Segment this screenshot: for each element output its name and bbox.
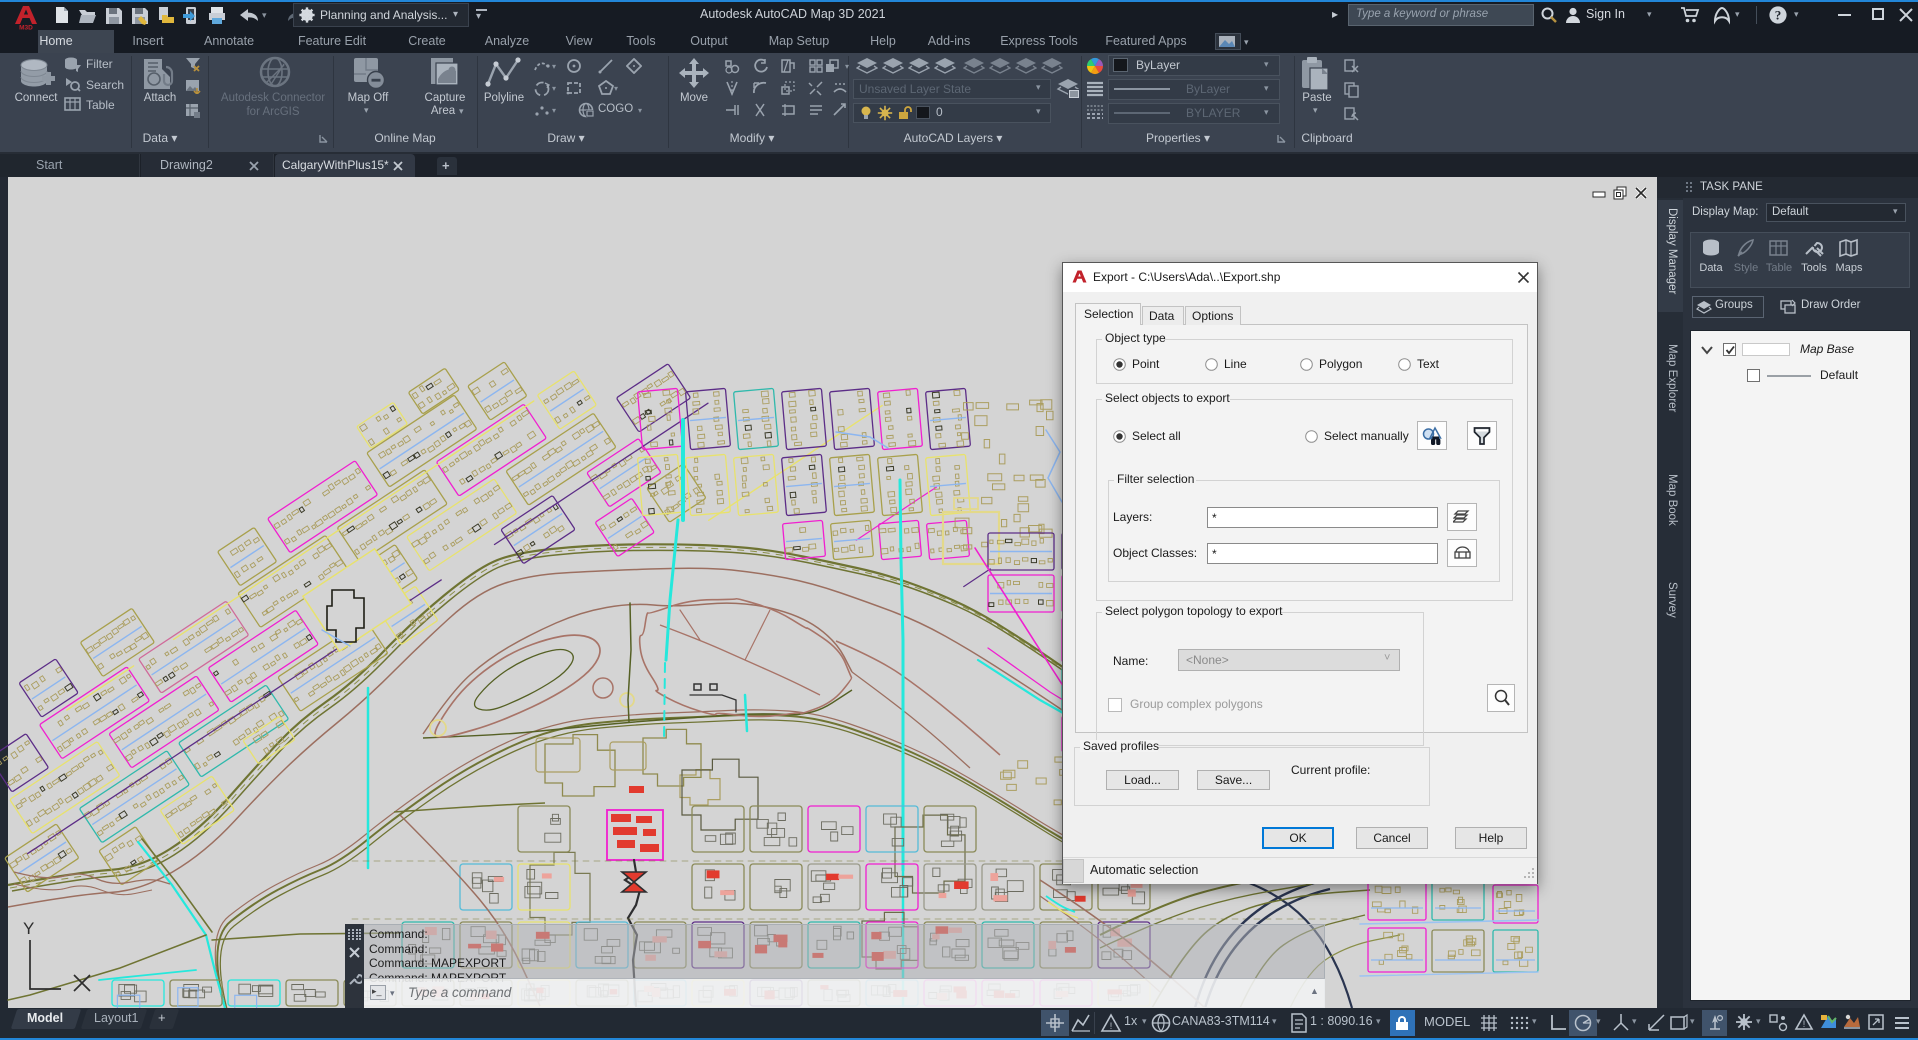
- svg-text:!: !: [1803, 1019, 1806, 1029]
- svg-text:!: !: [1110, 1021, 1113, 1031]
- svg-text:Y: Y: [23, 919, 34, 938]
